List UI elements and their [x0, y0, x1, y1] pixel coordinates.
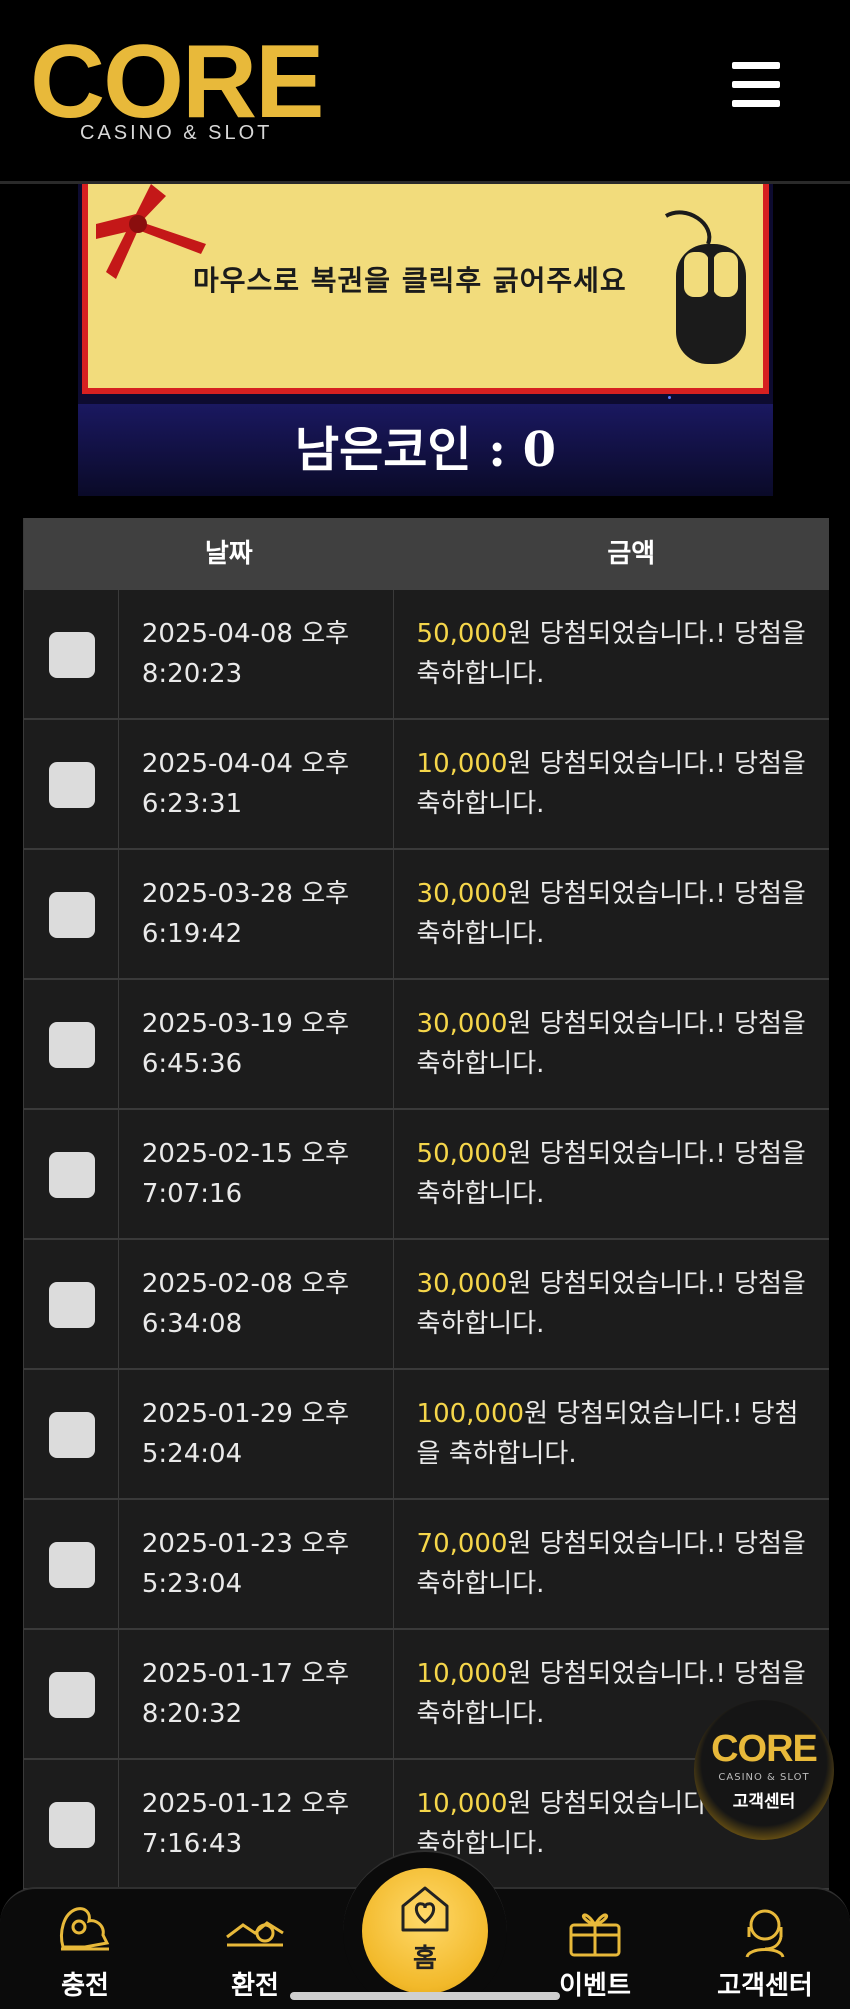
mouse-icon [664, 210, 746, 364]
row-amount: 50,000 [416, 619, 508, 649]
row-date: 2025-04-08 오후 8:20:23 [119, 590, 394, 718]
row-message: 100,000원 당첨되었습니다.! 당첨을 축하합니다. [394, 1370, 829, 1498]
row-amount: 30,000 [416, 879, 508, 909]
row-amount: 100,000 [416, 1399, 525, 1429]
nav-support[interactable]: 고객센터 [705, 1903, 825, 2007]
row-checkbox-cell [24, 1500, 119, 1628]
row-checkbox[interactable] [49, 1022, 95, 1068]
row-date: 2025-01-12 오후 7:16:43 [119, 1760, 394, 1888]
row-checkbox-cell [24, 590, 119, 718]
scratch-instruction: 마우스로 복권을 클릭후 긁어주세요 [193, 264, 627, 297]
row-checkbox[interactable] [49, 1412, 95, 1458]
row-amount: 50,000 [416, 1139, 508, 1169]
row-date: 2025-01-17 오후 8:20:32 [119, 1630, 394, 1758]
row-checkbox[interactable] [49, 1542, 95, 1588]
row-checkbox-cell [24, 1630, 119, 1758]
row-amount: 30,000 [416, 1009, 508, 1039]
table-row: 2025-02-08 오후 6:34:08 30,000원 당첨되었습니다.! 당… [24, 1240, 829, 1370]
nav-home[interactable]: 홈 [362, 1868, 488, 1994]
core-logo[interactable]: CORE CASINO & SLOT [30, 24, 324, 148]
row-message: 30,000원 당첨되었습니다.! 당첨을 축하합니다. [394, 980, 829, 1108]
logo-word: CORE [30, 24, 324, 140]
nav-home-label: 홈 [413, 1944, 437, 1974]
row-amount: 30,000 [416, 1269, 508, 1299]
row-message: 50,000원 당첨되었습니다.! 당첨을 축하합니다. [394, 1110, 829, 1238]
row-message: 10,000원 당첨되었습니다.! 당첨을 축하합니다. [394, 720, 829, 848]
row-date: 2025-02-08 오후 6:34:08 [119, 1240, 394, 1368]
row-date: 2025-01-23 오후 5:23:04 [119, 1500, 394, 1628]
row-checkbox-cell [24, 1760, 119, 1888]
nav-deposit-label: 충전 [61, 1971, 109, 2001]
row-checkbox[interactable] [49, 632, 95, 678]
table-row: 2025-01-29 오후 5:24:04 100,000원 당첨되었습니다.! … [24, 1370, 829, 1500]
logo-subtitle: CASINO & SLOT [80, 122, 273, 144]
table-row: 2025-01-23 오후 5:23:04 70,000원 당첨되었습니다.! 당… [24, 1500, 829, 1630]
menu-icon[interactable] [732, 62, 782, 108]
row-message: 70,000원 당첨되었습니다.! 당첨을 축하합니다. [394, 1500, 829, 1628]
scratch-panel[interactable]: 마우스로 복권을 클릭후 긁어주세요 [82, 184, 769, 394]
row-message: 30,000원 당첨되었습니다.! 당첨을 축하합니다. [394, 850, 829, 978]
table-row: 2025-04-04 오후 6:23:31 10,000원 당첨되었습니다.! 당… [24, 720, 829, 850]
home-indicator [290, 1992, 560, 2000]
row-checkbox-cell [24, 1110, 119, 1238]
badge-logo: CORE [711, 1728, 818, 1770]
row-checkbox[interactable] [49, 1802, 95, 1848]
row-date: 2025-02-15 오후 7:07:16 [119, 1110, 394, 1238]
row-date: 2025-03-28 오후 6:19:42 [119, 850, 394, 978]
row-checkbox[interactable] [49, 1282, 95, 1328]
gift-icon [569, 1913, 621, 1957]
scratch-card[interactable]: 마우스로 복권을 클릭후 긁어주세요 남은코인 : 0 [78, 184, 773, 496]
row-message: 30,000원 당첨되었습니다.! 당첨을 축하합니다. [394, 1240, 829, 1368]
table-row: 2025-04-08 오후 8:20:23 50,000원 당첨되었습니다.! 당… [24, 590, 829, 720]
badge-label: 고객센터 [732, 1792, 796, 1812]
row-date: 2025-04-04 오후 6:23:31 [119, 720, 394, 848]
column-date: 날짜 [204, 539, 253, 569]
row-checkbox[interactable] [49, 892, 95, 938]
row-checkbox[interactable] [49, 1672, 95, 1718]
row-checkbox-cell [24, 1370, 119, 1498]
row-checkbox-cell [24, 980, 119, 1108]
table-header: 날짜 금액 [24, 518, 829, 590]
deposit-icon [60, 1907, 110, 1951]
row-checkbox[interactable] [49, 762, 95, 808]
row-amount: 10,000 [416, 1659, 508, 1689]
headset-icon [745, 1909, 785, 1958]
table-row: 2025-03-28 오후 6:19:42 30,000원 당첨되었습니다.! 당… [24, 850, 829, 980]
row-date: 2025-01-29 오후 5:24:04 [119, 1370, 394, 1498]
winnings-table: 날짜 금액 2025-04-08 오후 8:20:23 50,000원 당첨되었습… [23, 518, 829, 1890]
row-amount: 10,000 [416, 749, 508, 779]
table-body: 2025-04-08 오후 8:20:23 50,000원 당첨되었습니다.! 당… [24, 590, 829, 1890]
row-checkbox-cell [24, 720, 119, 848]
sparkle-dot [668, 396, 671, 399]
home-heart-icon [401, 1886, 449, 1932]
remaining-coins: 남은코인 : 0 [78, 404, 773, 496]
badge-subtitle: CASINO & SLOT [718, 1772, 810, 1783]
support-floating-button[interactable]: CORE CASINO & SLOT 고객센터 [694, 1700, 834, 1840]
row-amount: 10,000 [416, 1789, 508, 1819]
row-checkbox-cell [24, 850, 119, 978]
nav-deposit[interactable]: 충전 [25, 1903, 145, 2007]
app-header: CORE CASINO & SLOT [0, 0, 850, 184]
row-amount: 70,000 [416, 1529, 508, 1559]
withdraw-icon [226, 1921, 284, 1947]
table-row: 2025-02-15 오후 7:07:16 50,000원 당첨되었습니다.! 당… [24, 1110, 829, 1240]
nav-support-label: 고객센터 [717, 1971, 813, 2001]
table-row: 2025-03-19 오후 6:45:36 30,000원 당첨되었습니다.! 당… [24, 980, 829, 1110]
row-checkbox-cell [24, 1240, 119, 1368]
row-date: 2025-03-19 오후 6:45:36 [119, 980, 394, 1108]
row-message: 50,000원 당첨되었습니다.! 당첨을 축하합니다. [394, 590, 829, 718]
column-amount: 금액 [607, 539, 656, 569]
row-checkbox[interactable] [49, 1152, 95, 1198]
